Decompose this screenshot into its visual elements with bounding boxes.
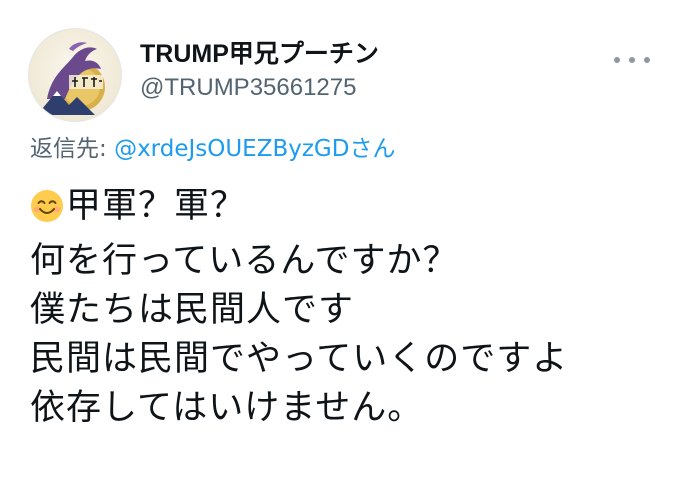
smiling-face-icon — [30, 188, 64, 237]
display-name[interactable]: TRUMP甲兄プーチン — [140, 38, 379, 70]
more-dot — [644, 57, 650, 63]
more-dot — [629, 57, 635, 63]
tweet-text: 甲軍？軍？ 何を行っているんですか？ 僕たちは民間人です 民間は民間でやっていく… — [30, 182, 660, 433]
user-handle[interactable]: @TRUMP35661275 — [140, 72, 379, 104]
reply-to-line: 返信先: @xrdeJsOUEZByzGDさん — [30, 134, 395, 164]
tweet-line: 民間は民間でやっていくのですよ — [30, 339, 569, 379]
tweet-line: 僕たちは民間人です — [30, 290, 355, 330]
author-names: TRUMP甲兄プーチン @TRUMP35661275 — [140, 38, 379, 104]
reply-prefix: 返信先: — [30, 136, 115, 162]
tweet-line: 依存してはいけません。 — [30, 388, 424, 428]
tweet-header: TRUMP甲兄プーチン @TRUMP35661275 — [28, 28, 658, 124]
avatar-emblem-icon — [37, 42, 105, 115]
reply-mention-link[interactable]: @xrdeJsOUEZByzGDさん — [114, 136, 395, 162]
more-dot — [614, 57, 620, 63]
avatar[interactable] — [28, 28, 122, 122]
tweet-line: 何を行っているんですか？ — [30, 241, 459, 281]
tweet-line: 甲軍？軍？ — [30, 182, 660, 237]
more-horizontal-icon[interactable] — [614, 52, 650, 68]
tweet-line-text: 甲軍？軍？ — [66, 186, 247, 226]
tweet-card: TRUMP甲兄プーチン @TRUMP35661275 返信先: @xrdeJsO… — [0, 0, 680, 484]
